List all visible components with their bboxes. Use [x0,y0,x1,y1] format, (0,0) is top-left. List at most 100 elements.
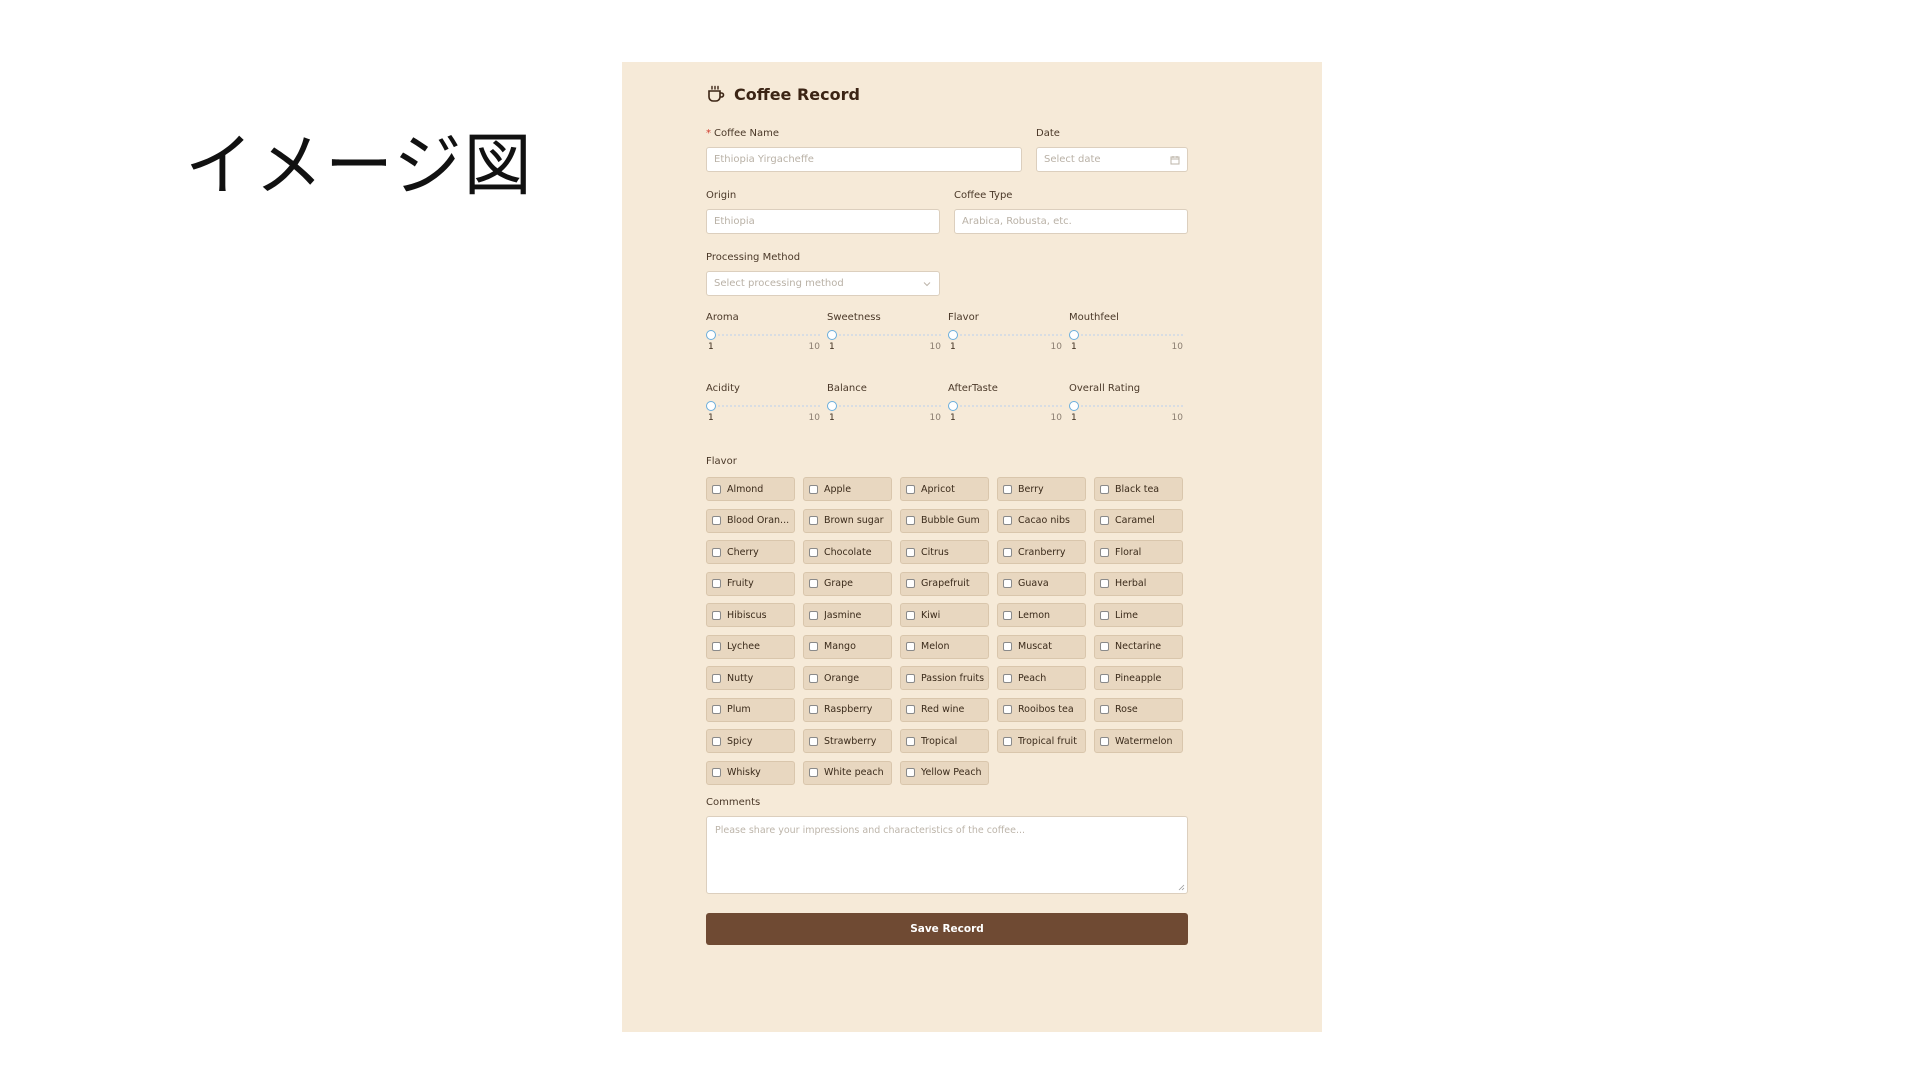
flavor-option[interactable]: Plum [706,697,795,722]
flavor-option[interactable]: Melon [900,634,989,659]
slider-handle[interactable] [1069,330,1079,340]
flavor-option[interactable]: Brown sugar [803,508,892,533]
flavor-option[interactable]: Herbal [1094,571,1183,596]
checkbox[interactable] [906,705,915,714]
slider-handle[interactable] [948,401,958,411]
flavor-option[interactable]: Berry [997,477,1086,501]
flavor-option[interactable]: Strawberry [803,729,892,753]
rating-slider-mouthfeel[interactable]: Mouthfeel 1 10 [1069,312,1183,356]
flavor-option[interactable]: Nectarine [1094,634,1183,659]
slider-handle[interactable] [1069,401,1079,411]
flavor-option[interactable]: Muscat [997,634,1086,659]
rating-slider-aftertaste[interactable]: AfterTaste 1 10 [948,383,1062,427]
flavor-option[interactable]: Floral [1094,540,1183,564]
flavor-option[interactable]: Tropical fruit [997,729,1086,753]
flavor-option[interactable]: Passion fruits [900,666,989,690]
flavor-option[interactable]: Caramel [1094,508,1183,533]
checkbox[interactable] [1003,516,1012,525]
flavor-option[interactable]: Yellow Peach [900,760,989,785]
checkbox[interactable] [809,705,818,714]
resize-grip-icon[interactable] [1178,884,1185,891]
checkbox[interactable] [712,768,721,777]
checkbox[interactable] [712,705,721,714]
checkbox[interactable] [712,673,721,683]
checkbox[interactable] [712,516,721,525]
slider-track[interactable] [1073,405,1183,407]
flavor-option[interactable]: Lime [1094,603,1183,627]
checkbox[interactable] [1100,516,1109,525]
checkbox[interactable] [1003,484,1012,494]
coffee-name-input[interactable]: Ethiopia Yirgacheffe [706,147,1022,172]
checkbox[interactable] [1100,673,1109,683]
slider-handle[interactable] [827,330,837,340]
flavor-option[interactable]: Grape [803,571,892,596]
rating-slider-flavor[interactable]: Flavor 1 10 [948,312,1062,356]
flavor-option[interactable]: Bubble Gum [900,508,989,533]
checkbox[interactable] [1003,642,1012,651]
flavor-option[interactable]: Almond [706,477,795,501]
flavor-option[interactable]: Peach [997,666,1086,690]
checkbox[interactable] [906,642,915,651]
flavor-option[interactable]: Citrus [900,540,989,564]
flavor-option[interactable]: White peach [803,760,892,785]
checkbox[interactable] [712,610,721,620]
checkbox[interactable] [809,484,818,494]
checkbox[interactable] [1003,736,1012,746]
flavor-option[interactable]: Spicy [706,729,795,753]
checkbox[interactable] [1003,610,1012,620]
checkbox[interactable] [1100,610,1109,620]
checkbox[interactable] [712,547,721,557]
checkbox[interactable] [712,484,721,494]
checkbox[interactable] [906,673,915,683]
flavor-option[interactable]: Watermelon [1094,729,1183,753]
checkbox[interactable] [1100,736,1109,746]
checkbox[interactable] [906,768,915,777]
checkbox[interactable] [906,736,915,746]
checkbox[interactable] [809,579,818,588]
slider-handle[interactable] [827,401,837,411]
flavor-option[interactable]: Tropical [900,729,989,753]
flavor-option[interactable]: Whisky [706,760,795,785]
checkbox[interactable] [1003,579,1012,588]
slider-track[interactable] [831,405,941,407]
slider-track[interactable] [952,334,1062,336]
flavor-option[interactable]: Nutty [706,666,795,690]
flavor-option[interactable]: Guava [997,571,1086,596]
checkbox[interactable] [712,579,721,588]
flavor-option[interactable]: Blood Oran... [706,508,795,533]
checkbox[interactable] [809,736,818,746]
slider-handle[interactable] [706,401,716,411]
checkbox[interactable] [906,610,915,620]
flavor-option[interactable]: Apricot [900,477,989,501]
rating-slider-overall-rating[interactable]: Overall Rating 1 10 [1069,383,1183,427]
flavor-option[interactable]: Cranberry [997,540,1086,564]
flavor-option[interactable]: Rooibos tea [997,697,1086,722]
checkbox[interactable] [1100,547,1109,557]
save-record-button[interactable]: Save Record [706,913,1188,945]
checkbox[interactable] [809,516,818,525]
flavor-option[interactable]: Red wine [900,697,989,722]
flavor-option[interactable]: Fruity [706,571,795,596]
flavor-option[interactable]: Grapefruit [900,571,989,596]
flavor-option[interactable]: Mango [803,634,892,659]
checkbox[interactable] [906,484,915,494]
checkbox[interactable] [1100,642,1109,651]
flavor-option[interactable]: Chocolate [803,540,892,564]
checkbox[interactable] [712,642,721,651]
checkbox[interactable] [906,547,915,557]
checkbox[interactable] [809,768,818,777]
slider-track[interactable] [831,334,941,336]
checkbox[interactable] [809,642,818,651]
comments-textarea[interactable]: Please share your impressions and charac… [706,816,1188,894]
checkbox[interactable] [1100,705,1109,714]
rating-slider-sweetness[interactable]: Sweetness 1 10 [827,312,941,356]
slider-handle[interactable] [948,330,958,340]
checkbox[interactable] [712,736,721,746]
flavor-option[interactable]: Raspberry [803,697,892,722]
checkbox[interactable] [809,547,818,557]
processing-method-select[interactable]: Select processing method [706,271,940,296]
date-picker[interactable]: Select date [1036,147,1188,172]
rating-slider-acidity[interactable]: Acidity 1 10 [706,383,820,427]
flavor-option[interactable]: Kiwi [900,603,989,627]
checkbox[interactable] [809,610,818,620]
